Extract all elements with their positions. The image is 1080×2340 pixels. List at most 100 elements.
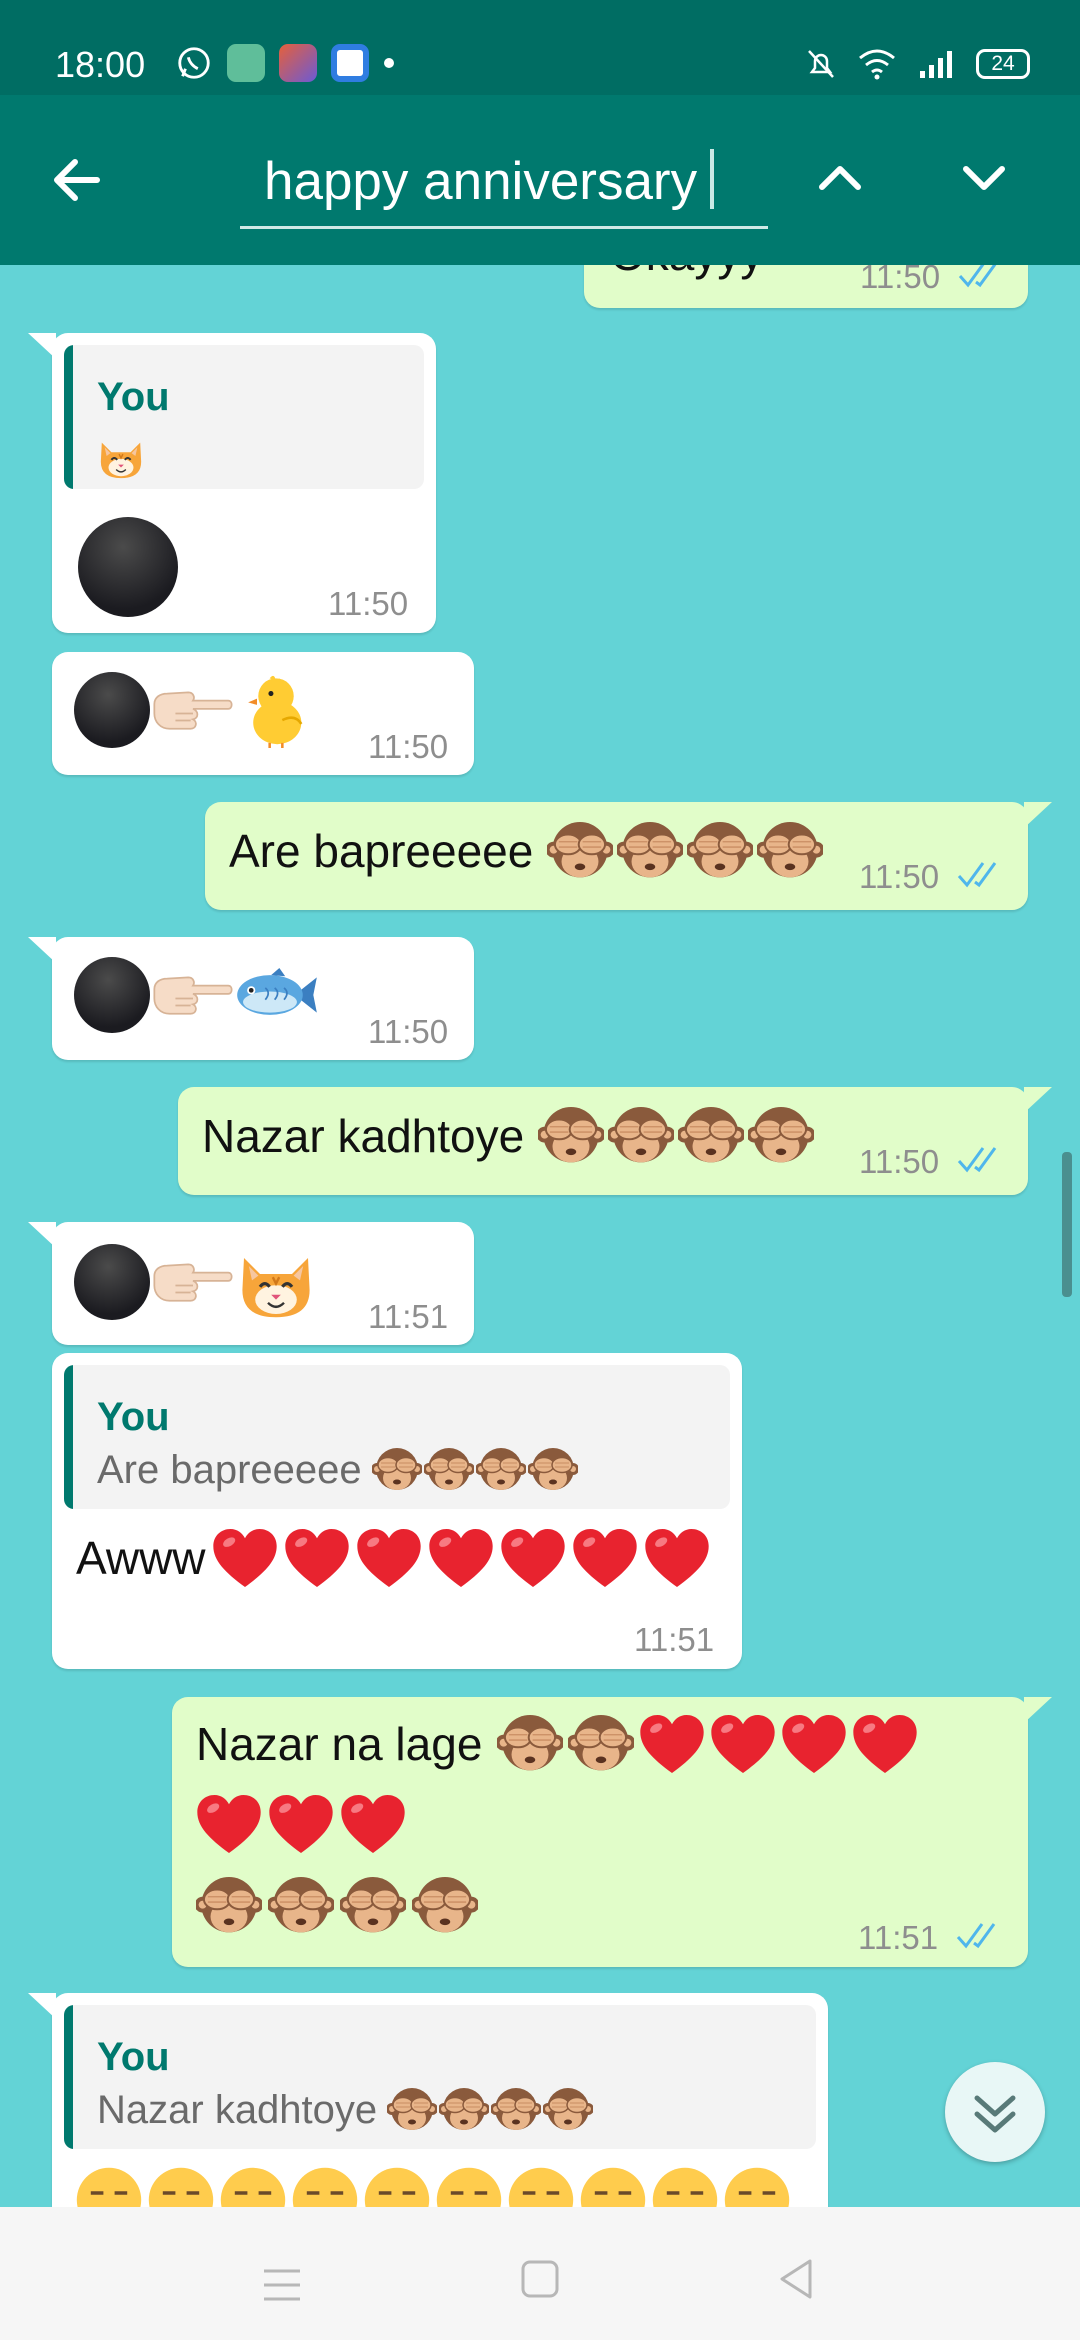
pointing-hand-emoji-icon [152,971,234,1019]
red-heart-emoji-icon [500,1527,566,1589]
smirking-face-emoji-icon [434,2165,504,2207]
quoted-message[interactable]: You [64,345,424,489]
smirking-face-emoji-icon [578,2165,648,2207]
scroll-indicator[interactable] [1062,1152,1072,1297]
message-bubble-incoming[interactable]: 11:51 [28,1222,474,1345]
message-text: Awww [76,1532,206,1584]
home-icon[interactable] [520,2259,560,2299]
chevron-up-icon[interactable] [800,137,880,217]
app-icon-green [227,44,265,82]
quoted-sender: You [97,1395,170,1439]
red-heart-emoji-icon [268,1793,334,1855]
smirking-face-emoji-icon [506,2165,576,2207]
message-line-1: Nazar na lage [196,1711,918,1777]
emoji-row [74,2165,792,2207]
red-heart-emoji-icon [284,1527,350,1589]
see-no-evil-monkey-emoji-icon [340,1873,406,1939]
status-bar: 18:00 24 [0,0,1080,95]
read-ticks-icon [956,1921,1006,1951]
quoted-message[interactable]: You Are bapreeeee [64,1365,730,1509]
red-heart-emoji-icon [212,1527,278,1589]
smirking-face-emoji-icon [74,2165,144,2207]
double-chevron-down-icon [974,2095,1016,2133]
read-ticks-icon [957,1145,1007,1175]
wifi-icon [859,49,895,80]
message-text: Okayyy [610,265,763,281]
system-icons: 24 [806,48,1030,80]
red-heart-emoji-icon [781,1713,847,1775]
black-circle-emoji-icon [78,517,178,617]
message-bubble-outgoing[interactable]: Are bapreeeee 11:50 [205,802,1052,910]
red-heart-emoji-icon [710,1713,776,1775]
signal-icon [920,51,952,78]
back-icon[interactable] [776,2257,816,2301]
cat-emoji-icon [97,433,145,481]
quoted-text: Are bapreeeee [97,1447,362,1492]
see-no-evil-monkey-emoji-icon [538,1103,604,1169]
message-time: 11:51 [858,1919,939,1956]
quoted-message[interactable]: You Nazar kadhtoye [64,2005,816,2149]
see-no-evil-monkey-emoji-icon [439,2085,489,2135]
message-bubble-incoming[interactable]: 11:50 [52,652,474,775]
search-input[interactable]: happy anniversary [240,137,768,229]
message-text: Are bapreeeee [229,825,534,877]
message-bubble-outgoing[interactable]: Nazar na lage 11:51 [172,1697,1052,1967]
see-no-evil-monkey-emoji-icon [387,2085,437,2135]
see-no-evil-monkey-emoji-icon [372,1445,422,1495]
message-line-3 [196,1873,478,1939]
message-content: Nazar kadhtoye [202,1103,814,1169]
red-heart-emoji-icon [196,1793,262,1855]
message-bubble-incoming[interactable]: 11:50 [28,937,474,1060]
chevron-down-icon[interactable] [944,137,1024,217]
cat-emoji-icon [236,1242,316,1322]
chat-area[interactable]: Okayyy 11:50 You 11:50 11:50 Are bapreee… [0,265,1080,2207]
quoted-text-row: Are bapreeeee [97,1445,578,1495]
message-text: Nazar na lage [196,1718,483,1770]
emoji-row [74,957,318,1033]
see-no-evil-monkey-emoji-icon [568,1711,634,1777]
quoted-sender: You [97,375,170,419]
message-time: 11:50 [328,585,409,622]
message-time: 11:50 [860,265,941,295]
message-content: Are bapreeeee [229,818,823,884]
message-text: Nazar kadhtoye [202,1110,525,1162]
see-no-evil-monkey-emoji-icon [687,818,753,884]
search-header: happy anniversary [0,95,1080,265]
see-no-evil-monkey-emoji-icon [268,1873,334,1939]
whatsapp-icon [178,47,210,79]
message-bubble-incoming[interactable]: You Nazar kadhtoye [28,1993,828,2207]
scroll-to-bottom-button[interactable] [945,2062,1045,2162]
smirking-face-emoji-icon [722,2165,792,2207]
message-bubble-incoming[interactable]: You 11:50 [28,333,436,633]
search-query: happy anniversary [264,152,698,211]
see-no-evil-monkey-emoji-icon [412,1873,478,1939]
red-heart-emoji-icon [356,1527,422,1589]
red-heart-emoji-icon [340,1793,406,1855]
black-circle-emoji-icon [74,957,150,1033]
see-no-evil-monkey-emoji-icon [617,818,683,884]
message-time: 11:50 [859,1143,940,1180]
battery-icon: 24 [976,49,1030,79]
pointing-hand-emoji-icon [152,686,234,734]
emoji-row [74,1242,316,1322]
quoted-sender: You [97,2035,170,2079]
message-bubble-outgoing[interactable]: Nazar kadhtoye 11:50 [178,1087,1052,1195]
message-content: Awww [76,1527,710,1589]
see-no-evil-monkey-emoji-icon [547,818,613,884]
see-no-evil-monkey-emoji-icon [196,1873,262,1939]
read-ticks-icon [957,860,1007,890]
quoted-text: Nazar kadhtoye [97,2087,378,2132]
fish-emoji-icon [236,965,318,1025]
system-nav-bar [0,2207,1080,2340]
message-bubble-outgoing[interactable]: Okayyy 11:50 [584,265,1028,308]
message-bubble-incoming[interactable]: You Are bapreeeee Awww 11:51 [52,1353,742,1669]
smirking-face-emoji-icon [362,2165,432,2207]
red-heart-emoji-icon [852,1713,918,1775]
pointing-hand-emoji-icon [152,1258,234,1306]
menu-icon[interactable] [262,2267,302,2303]
smirking-face-emoji-icon [146,2165,216,2207]
black-circle-emoji-icon [74,672,150,748]
quoted-text-row: Nazar kadhtoye [97,2085,593,2135]
arrow-left-icon[interactable] [45,147,111,213]
read-ticks-icon [958,265,1008,290]
